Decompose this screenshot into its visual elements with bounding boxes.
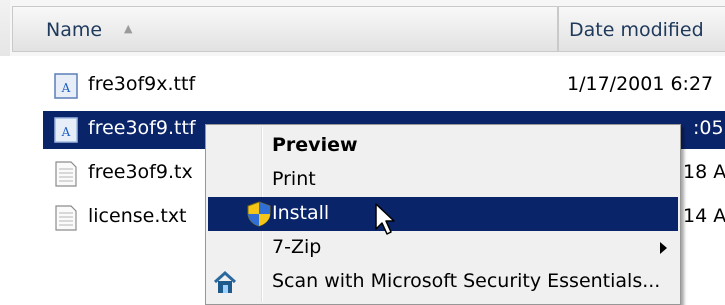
date-modified-column-header[interactable]: Date modified [558, 6, 725, 52]
menu-item-label: 7-Zip [272, 236, 322, 258]
menu-item-label: Preview [272, 134, 358, 156]
file-date: 14 A [683, 205, 725, 227]
text-file-icon [55, 161, 77, 187]
security-essentials-icon [213, 270, 237, 293]
mouse-pointer-icon [375, 203, 395, 235]
menu-item-preview[interactable]: Preview [208, 129, 678, 163]
context-menu: Preview Print Install 7-Zip Scan with Mi… [205, 124, 681, 305]
file-name: free3of9.tx [88, 161, 193, 183]
uac-shield-icon [247, 201, 271, 227]
date-modified-column-label: Date modified [569, 19, 704, 41]
submenu-arrow-icon [660, 242, 667, 254]
file-date: :05 [693, 117, 724, 139]
menu-item-print[interactable]: Print [208, 163, 678, 197]
sort-ascending-icon: ▲ [124, 22, 133, 35]
file-name: license.txt [88, 205, 187, 227]
svg-text:A: A [61, 81, 71, 95]
text-file-icon [55, 205, 77, 231]
font-file-icon: A [54, 73, 78, 99]
menu-item-label: Scan with Microsoft Security Essentials.… [272, 270, 661, 292]
menu-item-scan[interactable]: Scan with Microsoft Security Essentials.… [208, 265, 678, 299]
file-row[interactable]: A fre3of9x.ttf 1/17/2001 6:27 [43, 67, 725, 105]
menu-item-label: Print [272, 168, 316, 190]
file-name: fre3of9x.ttf [88, 73, 196, 95]
file-date: 1/17/2001 6:27 [567, 73, 714, 95]
file-date: 18 A [683, 161, 725, 183]
name-column-header[interactable]: Name ▲ [12, 6, 558, 52]
menu-item-7zip[interactable]: 7-Zip [208, 231, 678, 265]
column-header-bar: Name ▲ Date modified [0, 0, 725, 56]
menu-item-label: Install [272, 202, 330, 224]
file-name: free3of9.ttf [88, 117, 196, 139]
font-file-icon: A [54, 117, 78, 143]
menu-item-install[interactable]: Install [208, 197, 678, 231]
name-column-label: Name [46, 19, 103, 41]
svg-text:A: A [61, 125, 71, 139]
